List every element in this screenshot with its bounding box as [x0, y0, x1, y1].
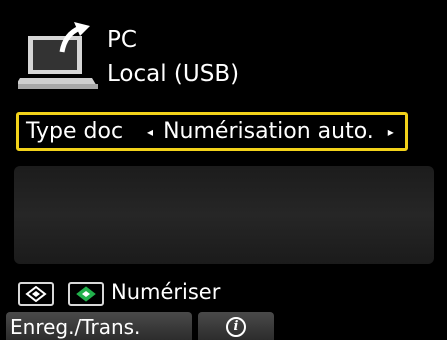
color-start-button[interactable]	[68, 282, 104, 306]
laptop-computer-icon	[14, 22, 100, 94]
right-arrow-icon[interactable]: ▸	[388, 117, 394, 147]
info-icon: i	[226, 317, 246, 337]
scan-screen: PC Local (USB) Type doc ◂ Numérisation a…	[0, 0, 447, 340]
black-start-button[interactable]	[18, 282, 54, 306]
document-type-setting[interactable]: Type doc ◂ Numérisation auto. ▸	[16, 112, 408, 151]
destination-connection: Local (USB)	[107, 61, 240, 87]
info-button[interactable]: i	[198, 312, 274, 340]
setting-value: Numérisation auto.	[163, 118, 374, 144]
save-transfer-button[interactable]: Enreg./Trans.	[6, 312, 192, 340]
left-arrow-icon[interactable]: ◂	[147, 117, 153, 147]
setting-label: Type doc	[26, 118, 124, 144]
black-start-icon	[25, 286, 47, 302]
empty-panel	[14, 166, 434, 264]
scan-label: Numériser	[111, 280, 221, 304]
destination-name: PC	[107, 27, 137, 53]
color-start-icon	[76, 286, 96, 302]
